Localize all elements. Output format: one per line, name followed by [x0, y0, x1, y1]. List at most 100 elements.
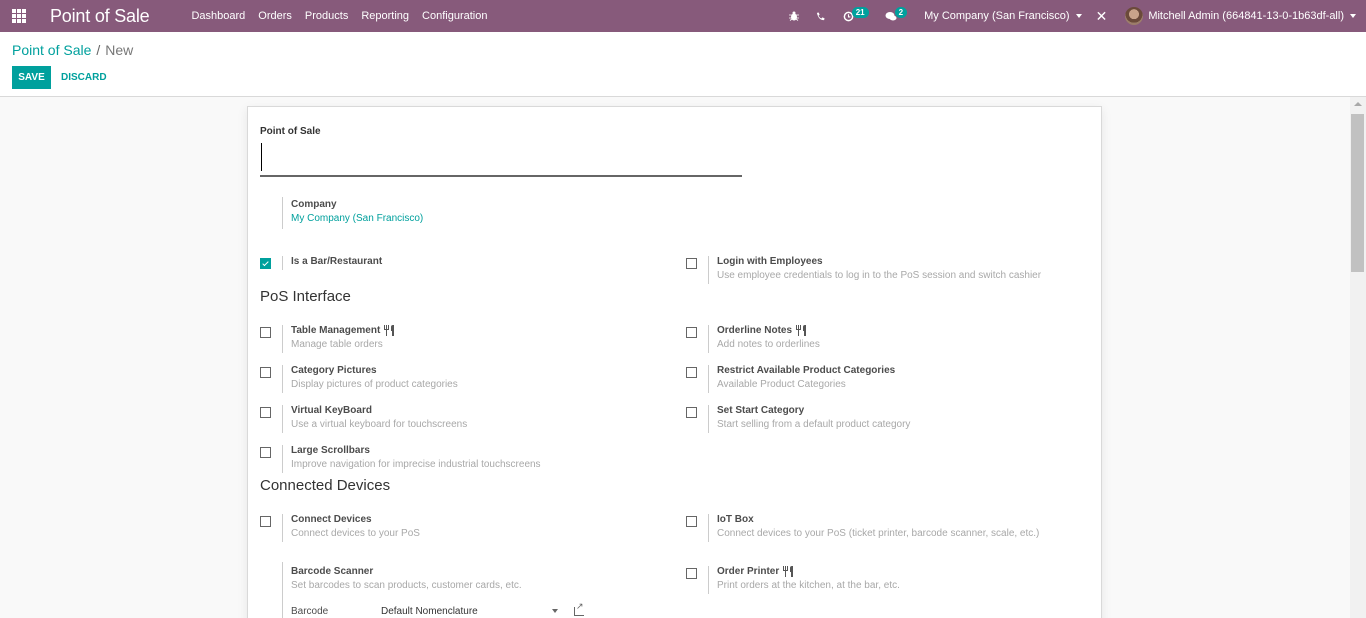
barcode-field-label: Barcode	[291, 606, 329, 617]
setting-category-pictures: Category Pictures Display pictures of pr…	[260, 365, 660, 395]
setting-title-text: Table Management	[291, 325, 381, 336]
setting-description: Connect devices to your PoS (ticket prin…	[717, 528, 1040, 539]
company-switcher[interactable]: My Company (San Francisco)	[924, 10, 1082, 22]
company-value-link[interactable]: My Company (San Francisco)	[291, 213, 423, 224]
orderline-notes-checkbox[interactable]	[686, 327, 697, 338]
user-menu[interactable]: Mitchell Admin (664841-13-0-1b63df-all)	[1148, 10, 1344, 22]
large-scrollbars-checkbox[interactable]	[260, 447, 271, 458]
scrollbar-thumb[interactable]	[1351, 114, 1364, 272]
category-pictures-checkbox[interactable]	[260, 367, 271, 378]
discard-button[interactable]: DISCARD	[61, 66, 107, 89]
menu-reporting[interactable]: Reporting	[361, 10, 409, 22]
setting-title: Order Printer	[717, 566, 794, 577]
setting-title-text: Order Printer	[717, 566, 780, 577]
divider	[708, 325, 709, 353]
order-printer-checkbox[interactable]	[686, 568, 697, 579]
setting-title: Orderline Notes	[717, 325, 807, 336]
breadcrumb-separator: /	[96, 42, 101, 58]
setting-description: Use employee credentials to log in to th…	[717, 270, 1042, 281]
table-management-checkbox[interactable]	[260, 327, 271, 338]
menu-orders[interactable]: Orders	[258, 10, 292, 22]
menu-configuration[interactable]: Configuration	[422, 10, 487, 22]
setting-order-printer: Order Printer Print orders at the kitche…	[686, 566, 1086, 596]
text-cursor	[261, 143, 262, 171]
external-link-icon[interactable]	[574, 601, 584, 616]
divider	[282, 325, 283, 353]
setting-orderline-notes: Orderline Notes Add notes to orderlines	[686, 325, 1086, 355]
is-bar-checkbox[interactable]	[260, 258, 271, 269]
systray: 21 2 My Company (San Francisco) ✕ Mitche…	[788, 0, 1366, 32]
setting-description: Start selling from a default product cat…	[717, 419, 911, 430]
connect-devices-checkbox[interactable]	[260, 516, 271, 527]
divider	[708, 256, 709, 284]
setting-description: Available Product Categories	[717, 379, 846, 390]
control-panel: Point of Sale / New SAVE DISCARD	[0, 32, 1366, 97]
apps-menu-icon[interactable]	[12, 9, 26, 23]
menu-dashboard[interactable]: Dashboard	[191, 10, 245, 22]
close-x-icon[interactable]: ✕	[1096, 8, 1108, 25]
activity-count-badge: 21	[851, 6, 869, 18]
divider	[708, 405, 709, 433]
divider	[282, 405, 283, 433]
setting-description: Print orders at the kitchen, at the bar,…	[717, 580, 900, 591]
chevron-down-icon	[1075, 14, 1082, 18]
barcode-nomenclature-select[interactable]: Default Nomenclature	[381, 606, 558, 618]
divider	[282, 514, 283, 542]
iot-box-checkbox[interactable]	[686, 516, 697, 527]
virtual-keyboard-checkbox[interactable]	[260, 407, 271, 418]
setting-login-employees: Login with Employees Use employee creden…	[686, 256, 1086, 286]
company-label: Company	[291, 199, 337, 210]
divider	[708, 365, 709, 393]
setting-virtual-keyboard: Virtual KeyBoard Use a virtual keyboard …	[260, 405, 660, 435]
app-brand[interactable]: Point of Sale	[50, 6, 150, 27]
setting-title: IoT Box	[717, 514, 754, 525]
setting-title: Table Management	[291, 325, 395, 336]
divider	[282, 562, 283, 618]
setting-table-management: Table Management Manage table orders	[260, 325, 660, 355]
start-category-checkbox[interactable]	[686, 407, 697, 418]
messages-chat-icon[interactable]: 2	[885, 6, 908, 22]
login-employees-checkbox[interactable]	[686, 258, 697, 269]
restaurant-fork-knife-icon	[783, 566, 794, 577]
divider	[282, 365, 283, 393]
user-avatar[interactable]	[1125, 7, 1144, 25]
divider	[282, 445, 283, 473]
save-button[interactable]: SAVE	[12, 66, 51, 89]
setting-title: Is a Bar/Restaurant	[291, 256, 383, 267]
setting-restrict-categories: Restrict Available Product Categories Av…	[686, 365, 1086, 395]
setting-description: Manage table orders	[291, 339, 383, 350]
restrict-categories-checkbox[interactable]	[686, 367, 697, 378]
divider	[708, 566, 709, 594]
setting-description: Connect devices to your PoS	[291, 528, 420, 539]
scroll-up-arrow-icon[interactable]	[1354, 102, 1362, 106]
debug-bug-icon[interactable]	[788, 11, 799, 21]
select-value: Default Nomenclature	[381, 606, 478, 617]
pos-name-input[interactable]	[260, 143, 742, 177]
section-connected-devices: Connected Devices	[260, 477, 391, 494]
vertical-scrollbar[interactable]	[1350, 97, 1366, 618]
setting-iot-box: IoT Box Connect devices to your PoS (tic…	[686, 514, 1086, 544]
menu-products[interactable]: Products	[305, 10, 348, 22]
setting-title-text: Orderline Notes	[717, 325, 793, 336]
setting-title: Category Pictures	[291, 365, 377, 376]
setting-title: Set Start Category	[717, 405, 805, 416]
setting-title: Barcode Scanner	[291, 566, 374, 577]
divider	[708, 514, 709, 542]
setting-title: Virtual KeyBoard	[291, 405, 372, 416]
divider	[282, 256, 283, 270]
name-field-label: Point of Sale	[260, 126, 321, 137]
phone-icon[interactable]	[816, 11, 825, 21]
breadcrumb: Point of Sale / New	[12, 42, 133, 58]
setting-title: Large Scrollbars	[291, 445, 370, 456]
setting-description: Set barcodes to scan products, customer …	[291, 580, 522, 591]
section-pos-interface: PoS Interface	[260, 288, 351, 305]
messages-count-badge: 2	[894, 6, 908, 18]
restaurant-fork-knife-icon	[796, 325, 807, 336]
company-name: My Company (San Francisco)	[924, 10, 1070, 22]
breadcrumb-parent[interactable]: Point of Sale	[12, 42, 91, 58]
setting-description: Improve navigation for imprecise industr…	[291, 459, 541, 470]
divider	[282, 197, 283, 229]
setting-title: Connect Devices	[291, 514, 372, 525]
setting-description: Use a virtual keyboard for touchscreens	[291, 419, 468, 430]
activity-clock-icon[interactable]: 21	[843, 6, 869, 22]
